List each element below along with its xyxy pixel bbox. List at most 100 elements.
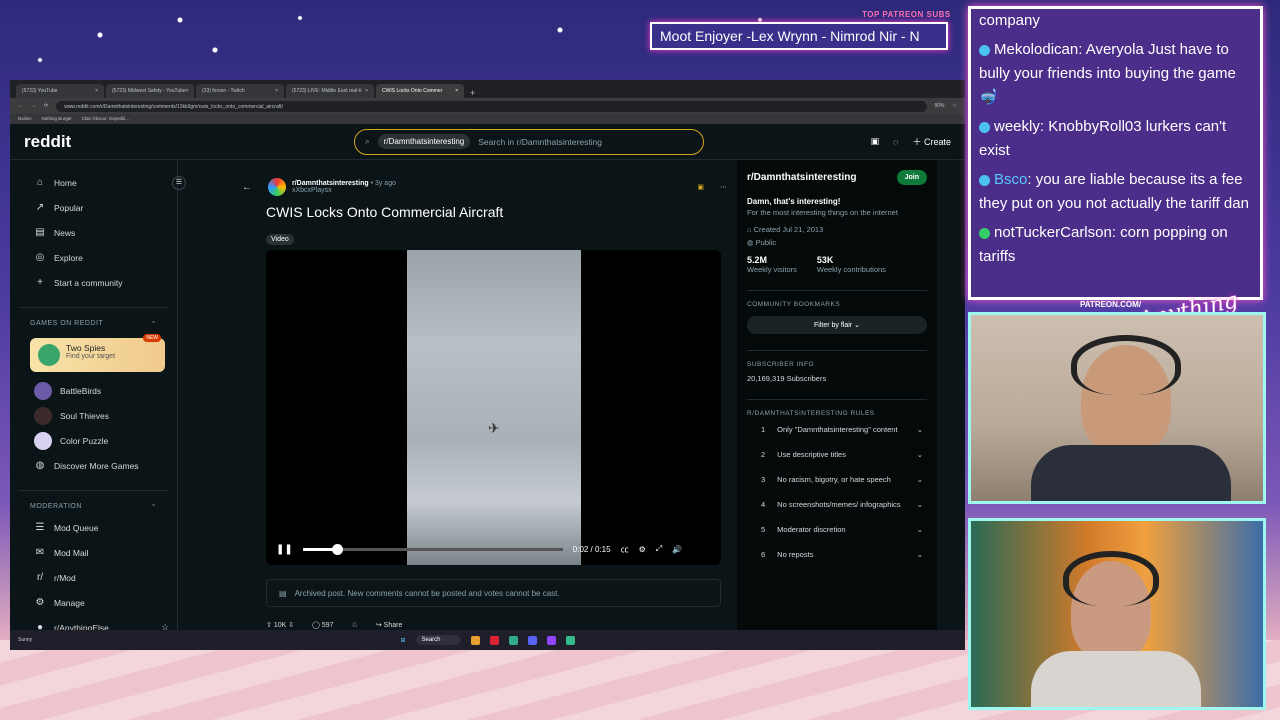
bookmark-star-icon[interactable]: ☆ [953,103,957,109]
create-button[interactable]: ＋ Create [912,135,951,148]
close-icon[interactable]: × [275,88,278,94]
vote-control[interactable]: ⇧ 10K ⇩ [266,621,294,629]
comments-button[interactable]: ◯ 597 [312,621,333,629]
games-section-header[interactable]: GAMES ON REDDIT ⌃ [18,307,169,332]
post-author[interactable]: xXbcxPlaysx [292,187,396,194]
advertise-icon[interactable]: ▣ [871,136,880,147]
close-icon[interactable]: × [455,88,458,94]
rule-item[interactable]: 6 No reposts ⌄ [747,542,927,567]
sidebar-game-item[interactable]: Soul Thieves [18,403,169,428]
sidebar-item-home[interactable]: ⌂ Home [18,170,169,195]
browser-tab[interactable]: (5723) LIVE: Middle East real-ti × [286,84,374,98]
zoom-indicator[interactable]: 90% [935,103,945,109]
bookmarks-bar: Dailies Nothing Burger Clair Obscur: Exp… [10,114,965,124]
start-icon[interactable]: ⊞ [400,637,405,644]
rule-item[interactable]: 5 Moderator discretion ⌄ [747,517,927,542]
bookmark-item[interactable]: Clair Obscur: Expediti... [82,116,129,122]
sidebar-item-discover-games[interactable]: ◍ Discover More Games [18,453,169,478]
collapse-menu-icon[interactable]: ☰ [172,176,186,190]
sidebar-item-manage[interactable]: ⚙ Manage [18,590,169,615]
filter-by-flair-button[interactable]: Filter by flair ⌄ [747,316,927,334]
video-scrubber-handle[interactable] [331,543,343,555]
video-player[interactable]: ✈ ❚❚ 0:02 / 0:15 ㏄ ⚙ ⤢ 🔊 [266,250,721,565]
subreddit-avatar[interactable] [268,178,286,196]
rule-number: 3 [761,475,766,484]
rule-item[interactable]: 4 No screenshots/memes/ infographics ⌄ [747,492,927,517]
sidebar-item-r-mod[interactable]: r/r/Mod [18,565,169,590]
sidebar-item-popular[interactable]: ↗ Popular [18,195,169,220]
bookmark-item[interactable]: Dailies [18,116,32,122]
game-promo-card[interactable]: Two Spies Find your target NEW [30,334,165,372]
fullscreen-icon[interactable]: ⤢ [656,544,662,554]
url-field[interactable]: www.reddit.com/r/Damnthatsinteresting/co… [56,100,927,112]
sidebar-item-mod-queue[interactable]: ☰ Mod Queue [18,515,169,540]
subreddit-link[interactable]: r/Damnthatsinteresting [292,180,369,187]
close-icon[interactable]: × [365,88,368,94]
reload-icon[interactable]: ⟳ [44,103,48,109]
new-tab-icon[interactable]: + [470,88,475,98]
chrome-icon[interactable] [565,635,575,645]
app-icon[interactable] [527,635,537,645]
captions-icon[interactable]: ㏄ [621,544,629,555]
video-time: 0:02 / 0:15 [572,544,611,554]
close-icon[interactable]: × [95,88,98,94]
post-flair[interactable]: Video [266,234,294,245]
share-label: Share [383,622,403,629]
bookmark-item[interactable]: Nothing Burger [42,116,72,122]
tab-label: (33) forsen - Twitch [202,88,245,94]
mod-shield-icon[interactable]: ▣ [697,183,704,191]
sidebar-item-mod-mail[interactable]: ✉ Mod Mail [18,540,169,565]
back-icon[interactable]: ← [18,103,23,109]
settings-gear-icon[interactable]: ⚙ [639,545,646,554]
sidebar-item-explore[interactable]: ◎ Explore [18,245,169,270]
video-progress-track[interactable] [302,543,563,555]
join-button[interactable]: Join [896,170,927,185]
vote-count: 10K [273,622,287,629]
reddit-logo[interactable]: reddit [24,132,354,152]
taskbar-search[interactable]: Search [415,635,461,645]
sidebar-item-news[interactable]: ▤ News [18,220,169,245]
rule-number: 2 [761,450,766,459]
community-name[interactable]: r/Damnthatsinteresting [747,172,856,183]
webcam-2 [968,518,1266,710]
forward-icon[interactable]: → [31,103,36,109]
community-header: r/Damnthatsinteresting Join [747,170,927,185]
app-icon[interactable] [489,635,499,645]
chevron-down-icon: ⌄ [916,425,923,434]
sidebar-item-label: Popular [54,202,84,213]
back-arrow-icon[interactable]: ← [242,182,252,193]
rule-item[interactable]: 2 Use descriptive titles ⌄ [747,442,927,467]
browser-tab[interactable]: (33) forsen - Twitch × [196,84,284,98]
pause-icon[interactable]: ❚❚ [276,544,293,555]
more-options-icon[interactable]: ⋯ [720,183,727,191]
rule-item[interactable]: 1 Only "Damnthatsinteresting" content ⌄ [747,417,927,442]
rule-number: 5 [761,525,766,534]
section-title: MODERATION [30,503,82,510]
tab-label: CWIS Locks Onto Commer [382,88,443,94]
rule-number: 1 [761,425,766,434]
windows-taskbar: Sunny ⊞ Search [10,630,965,650]
moderation-section-header[interactable]: MODERATION ⌃ [18,490,169,515]
browser-tab[interactable]: (5723) YouTube × [16,84,104,98]
app-icon[interactable] [470,635,480,645]
browser-tab[interactable]: (5723) Midwest Safety - YouTube × [106,84,194,98]
award-icon[interactable]: ♘ [352,621,358,629]
search-subreddit-chip[interactable]: r/Damnthatsinteresting [377,134,471,149]
sidebar-item-start-community[interactable]: + Start a community [18,270,169,295]
share-button[interactable]: ↪ Share [376,621,403,629]
volume-icon[interactable]: 🔊 [672,545,682,554]
close-icon[interactable]: × [186,88,189,94]
sidebar-item-label: Mod Queue [54,522,99,533]
app-icon[interactable] [546,635,556,645]
weather-widget[interactable]: Sunny [18,637,32,643]
chat-icon[interactable]: ◌ [893,137,898,147]
sidebar-game-item[interactable]: BattleBirds [18,378,169,403]
sidebar-game-item[interactable]: Color Puzzle [18,428,169,453]
chat-message: weekly: KnobbyRoll03 lurkers can't exist [979,115,1252,163]
search-bar[interactable]: ⌕ r/Damnthatsinteresting Search in r/Dam… [354,128,704,155]
browser-tab-active[interactable]: CWIS Locks Onto Commer × [376,84,464,98]
search-input[interactable]: Search in r/Damnthatsinteresting [478,137,602,147]
game-label: BattleBirds [60,385,102,396]
app-icon[interactable] [508,635,518,645]
rule-item[interactable]: 3 No racism, bigotry, or hate speech ⌄ [747,467,927,492]
